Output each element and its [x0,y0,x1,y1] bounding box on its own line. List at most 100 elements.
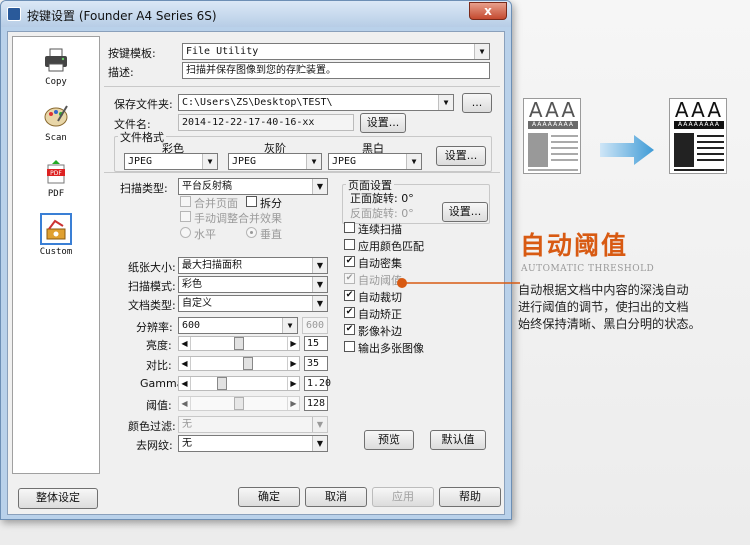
contrast-slider[interactable]: ◀ ▶ [178,356,300,371]
option-checkbox[interactable]: ✔ [344,307,355,318]
slider-thumb[interactable] [234,337,244,350]
default-button[interactable]: 默认值 [430,430,486,450]
horizontal-label: 水平 [194,228,216,241]
slider-thumb[interactable] [242,357,253,370]
horizontal-radio[interactable] [180,227,191,238]
contrast-value[interactable]: 35 [304,356,328,371]
merge-label: 合并页面 [194,197,238,210]
document-before: AAA AAAAAAAA [523,98,581,174]
color-format-select[interactable]: JPEG ▼ [124,153,218,170]
resolution-select[interactable]: 600 ▼ [178,317,298,334]
descreen-value: 无 [182,438,192,449]
radio-dot [250,231,253,234]
nav-item-scan[interactable]: Scan [13,101,99,155]
threshold-value[interactable]: 128 [304,396,328,411]
arrow-right-icon [600,135,654,165]
chevron-down-icon: ▼ [282,318,297,333]
option-label: 自动裁切 [358,291,402,304]
gray-format-select[interactable]: JPEG ▼ [228,153,322,170]
option-checkbox[interactable]: ✔ [344,290,355,301]
scan-mode-select[interactable]: 彩色 ▼ [178,276,328,293]
doc-image-after [674,133,694,167]
template-select[interactable]: File Utility ▼ [182,43,490,60]
descreen-label: 去网纹: [136,439,173,452]
document-type-select[interactable]: 自定义 ▼ [178,295,328,312]
help-button[interactable]: 帮助 [439,487,501,507]
svg-text:PDF: PDF [50,170,62,177]
apply-button[interactable]: 应用 [372,487,434,507]
gamma-slider[interactable]: ◀ ▶ [178,376,300,391]
app-icon [7,7,21,21]
filename-settings-button[interactable]: 设置... [360,113,406,133]
page-settings-button[interactable]: 设置... [442,202,488,222]
description-label: 描述: [108,66,134,79]
slider-thumb[interactable] [216,377,227,390]
feature-line-1: 自动根据文档中内容的深浅自动 [518,283,689,297]
option-checkbox[interactable]: ✔ [344,256,355,267]
feature-description: 自动根据文档中内容的深浅自动 进行阈值的调节，使扫出的文档 始终保持清晰、黑白分… [518,282,701,333]
option-checkbox[interactable] [344,341,355,352]
slider-right-icon: ▶ [287,397,299,410]
split-label: 拆分 [260,197,282,210]
chevron-down-icon: ▼ [312,277,327,292]
color-filter-value: 无 [182,419,192,430]
split-checkbox[interactable] [246,196,257,207]
feature-subtitle: AUTOMATIC THRESHOLD [521,264,655,274]
callout-dot [397,278,407,288]
ok-button[interactable]: 确定 [238,487,300,507]
preview-button[interactable]: 预览 [364,430,414,450]
chevron-down-icon: ▼ [312,417,327,432]
descreen-select[interactable]: 无 ▼ [178,435,328,452]
option-checkbox[interactable] [344,239,355,250]
folder-select[interactable]: C:\Users\ZS\Desktop\TEST\ ▼ [178,94,454,111]
vertical-radio[interactable] [246,227,257,238]
brightness-label: 亮度: [146,339,172,352]
divider [104,172,500,173]
manual-adjust-checkbox[interactable] [180,211,191,222]
bw-format-select[interactable]: JPEG ▼ [328,153,422,170]
doc-bar-before: AAAAAAAA [528,121,578,129]
slider-right-icon: ▶ [287,357,299,370]
vertical-label: 垂直 [260,228,282,241]
gamma-value[interactable]: 1.20 [304,376,331,391]
color-filter-select[interactable]: 无 ▼ [178,416,328,433]
settings-window: 按键设置 (Founder A4 Series 6S) x Copy Scan … [0,0,512,520]
filename-field[interactable]: 2014-12-22-17-40-16-xx [178,114,354,131]
doc-image-before [528,133,548,167]
bw-format-value: JPEG [332,156,357,167]
file-format-label: 文件格式 [118,129,166,145]
slider-thumb[interactable] [234,397,244,410]
description-field[interactable]: 扫描并保存图像到您的存贮装置。 [182,62,490,79]
nav-item-custom[interactable]: Custom [13,213,99,269]
scan-mode-value: 彩色 [182,279,202,290]
title-bar[interactable]: 按键设置 (Founder A4 Series 6S) x [1,1,511,27]
cancel-button[interactable]: 取消 [305,487,367,507]
option-checkbox[interactable]: ✔ [344,273,355,284]
option-checkbox[interactable]: ✔ [344,324,355,335]
nav-label-scan: Scan [45,133,67,143]
scan-type-select[interactable]: 平台反射稿 ▼ [178,178,328,195]
chevron-down-icon: ▼ [306,154,321,169]
paper-size-label: 纸张大小: [128,261,176,274]
nav-item-copy[interactable]: Copy [13,45,99,99]
merge-checkbox[interactable] [180,196,191,207]
brightness-value[interactable]: 15 [304,336,328,351]
contrast-label: 对比: [146,359,172,372]
feature-title: 自动阈值 [520,231,629,260]
resolution-alt-field: 600 [302,317,328,334]
color-format-value: JPEG [128,156,153,167]
brightness-slider[interactable]: ◀ ▶ [178,336,300,351]
format-settings-button[interactable]: 设置... [436,146,486,166]
slider-right-icon: ▶ [287,377,299,390]
chevron-down-icon: ▼ [406,154,421,169]
paper-size-select[interactable]: 最大扫描面积 ▼ [178,257,328,274]
chevron-down-icon: ▼ [312,296,327,311]
threshold-slider[interactable]: ◀ ▶ [178,396,300,411]
nav-item-pdf[interactable]: PDF PDF [13,157,99,211]
close-button[interactable]: x [469,2,507,20]
global-settings-button[interactable]: 整体设定 [18,488,98,509]
browse-button[interactable]: ... [462,93,492,113]
template-value: File Utility [186,46,259,57]
option-checkbox[interactable] [344,222,355,233]
document-type-label: 文档类型: [128,299,176,312]
